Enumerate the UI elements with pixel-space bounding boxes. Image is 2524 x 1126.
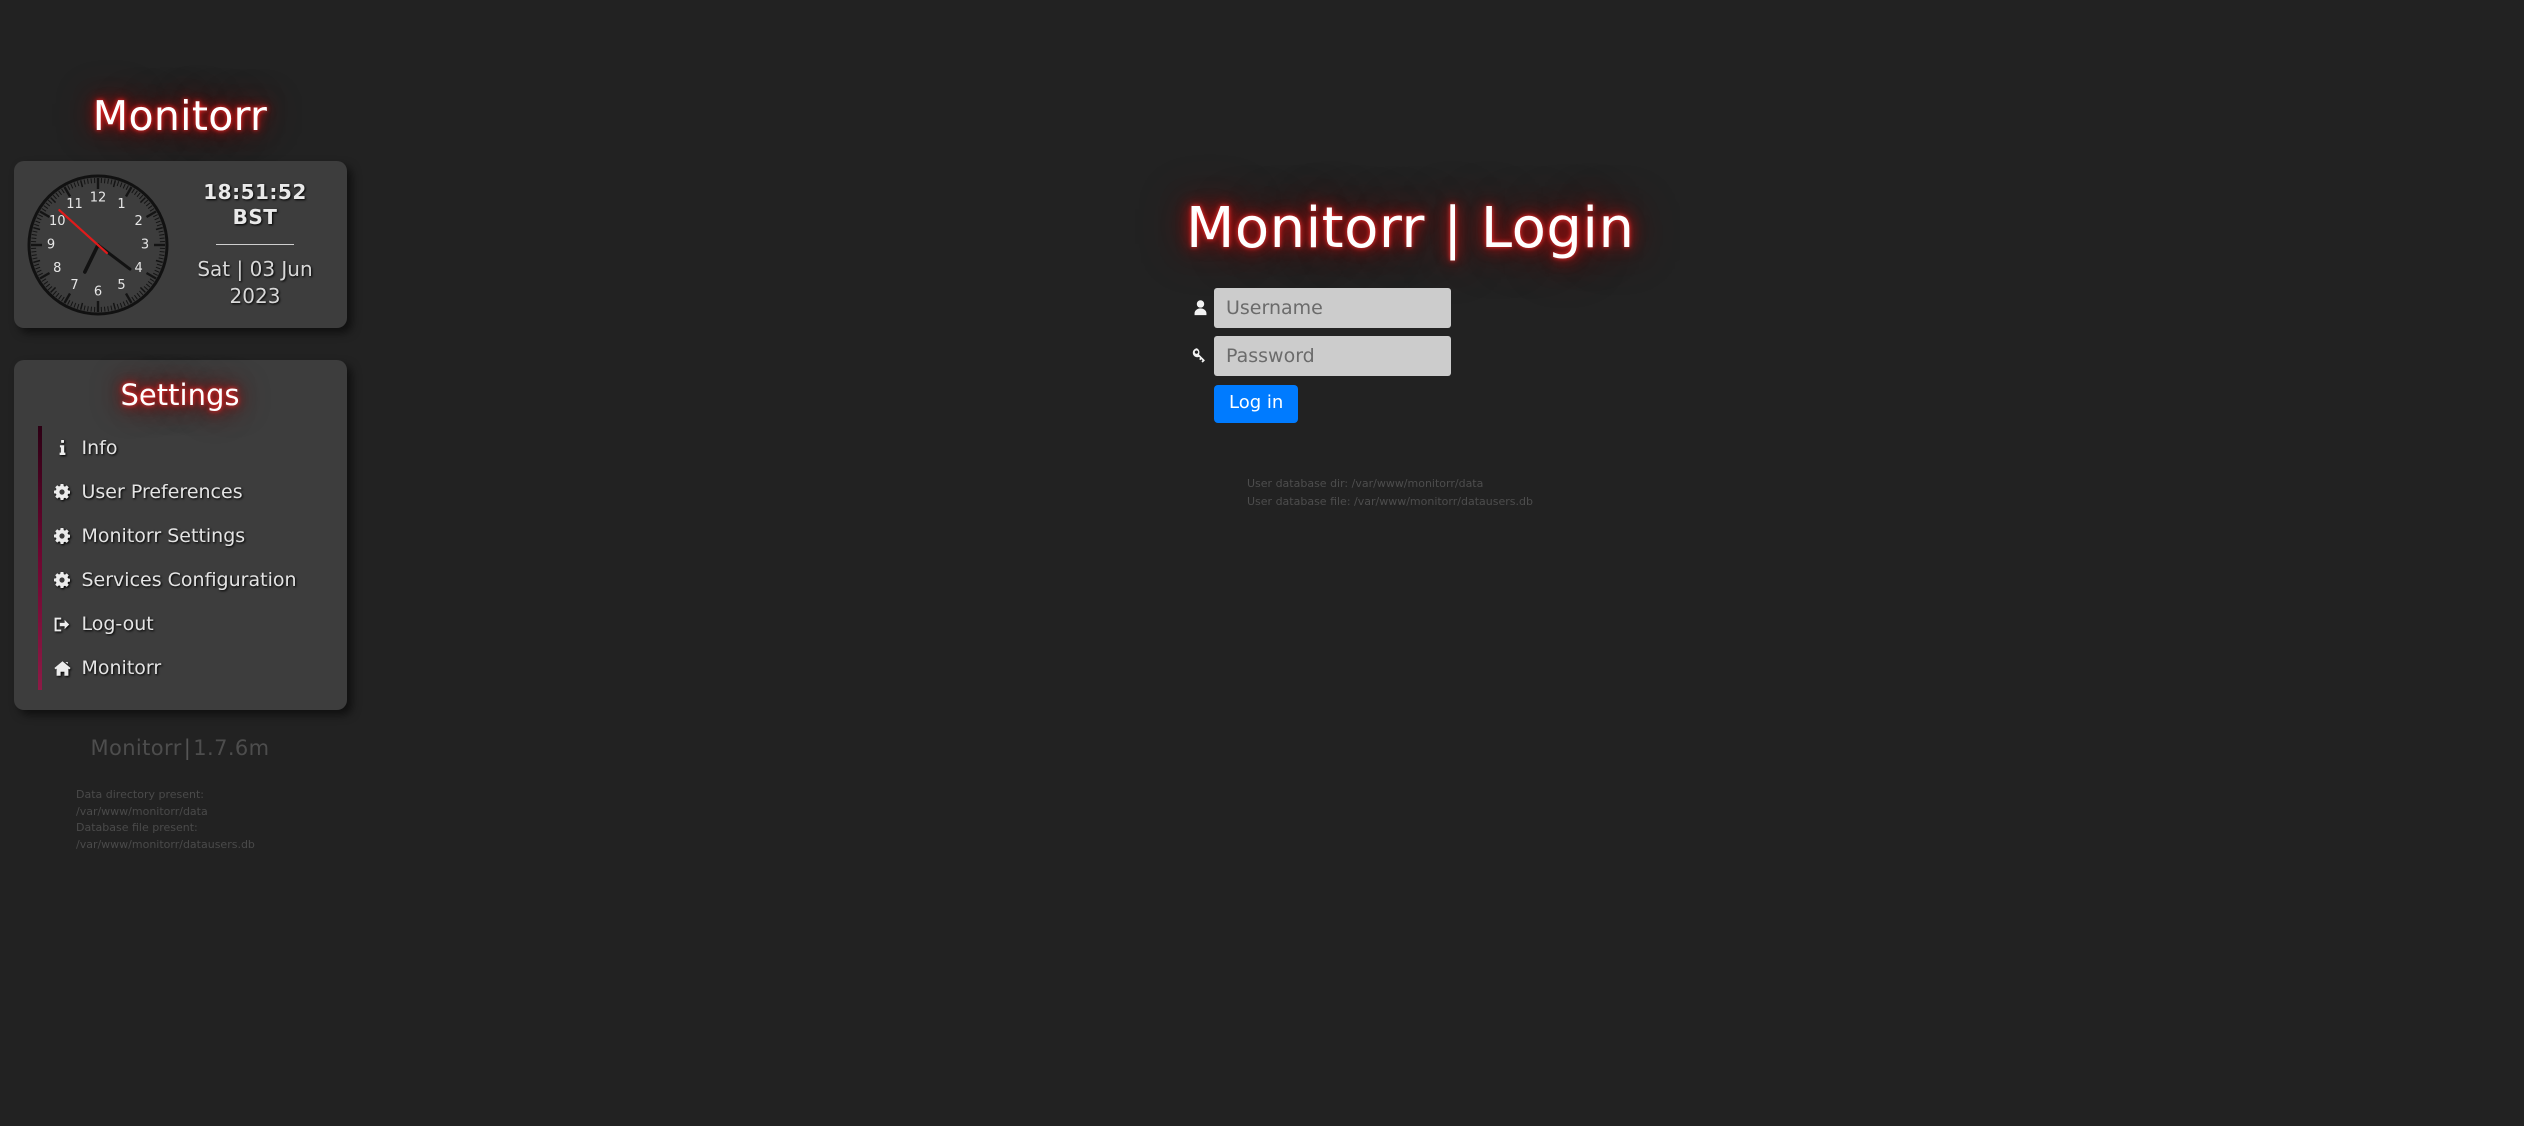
settings-panel: Settings Info User Preferences Monitorr Se…: [13, 360, 347, 710]
clock-timezone: BST: [232, 205, 278, 230]
svg-text:11: 11: [66, 196, 83, 211]
clock-date-line2: 2023: [229, 283, 281, 308]
status-line: Data directory present:: [76, 788, 204, 801]
footer-separator: |: [183, 736, 192, 760]
svg-text:8: 8: [53, 261, 61, 276]
status-line: /var/www/monitorr/data: [76, 804, 208, 818]
svg-text:12: 12: [89, 190, 106, 205]
version-line: Monitorr|1.7.6m: [0, 736, 360, 760]
database-info-text: User database dir: /var/www/monitorr/dat…: [1186, 475, 2086, 511]
db-info-line: User database dir: /var/www/monitorr/dat…: [1247, 476, 1484, 490]
svg-text:7: 7: [70, 278, 78, 293]
clock-widget: 1 2 3 4 5 6 7 8 9 10 11 12 18:51:52 BST Sat | 03 Ju…: [13, 161, 347, 328]
clock-digital-readout: 18:51:52 BST Sat | 03 Jun 2023: [174, 180, 339, 310]
footer-version: 1.7.6m: [193, 736, 270, 760]
key-icon: [1186, 347, 1214, 365]
clock-dial-svg: 1234567891011 12: [27, 174, 168, 315]
sidebar-item-monitorr-settings[interactable]: Monitorr Settings: [54, 514, 347, 558]
username-input[interactable]: [1214, 288, 1451, 328]
db-info-line: User database file: /var/www/monitorr/da…: [1247, 494, 1533, 508]
password-input[interactable]: [1214, 336, 1451, 376]
login-panel: Monitorr | Login Log in User database d: [1186, 196, 2086, 510]
sidebar-item-label: Info: [81, 437, 118, 459]
status-line: /var/www/monitorr/datausers.db: [76, 838, 255, 852]
svg-text:9: 9: [46, 237, 54, 252]
sidebar-item-log-out[interactable]: Log-out: [54, 602, 347, 646]
sidebar-item-label: User Preferences: [81, 481, 243, 503]
login-form: Log in: [1186, 288, 2086, 423]
svg-text:3: 3: [140, 237, 148, 252]
sidebar-item-label: Log-out: [81, 613, 154, 635]
sidebar-item-user-preferences[interactable]: User Preferences: [54, 470, 347, 514]
sidebar-item-monitorr[interactable]: Monitorr: [53, 646, 347, 690]
login-title: Monitorr | Login: [1186, 196, 1635, 261]
sidebar-item-services-configuration[interactable]: Services Configuration: [54, 558, 347, 602]
left-sidebar-column: Monitorr 1 2 3 4 5 6 7 8 9 10 11 12 18:51:52 BST Sa…: [0, 0, 360, 854]
status-line: Database file present:: [76, 821, 198, 835]
svg-text:10: 10: [49, 214, 66, 229]
svg-text:6: 6: [93, 284, 101, 299]
gear-icon: [54, 528, 71, 544]
user-icon: [1186, 299, 1214, 317]
gear-icon: [54, 572, 71, 588]
settings-title: Settings: [120, 378, 240, 412]
system-status-text: Data directory present: /var/www/monitorr…: [0, 787, 360, 854]
footer: Monitorr|1.7.6m Data directory present: /…: [0, 736, 360, 854]
sidebar-item-label: Monitorr Settings: [81, 525, 246, 547]
sidebar-item-label: Monitorr: [81, 657, 162, 679]
settings-menu: Info User Preferences Monitorr Settings Ser…: [14, 426, 347, 690]
logout-icon: [54, 617, 71, 632]
sidebar-item-label: Services Configuration: [81, 569, 297, 591]
analog-clock-face: 1 2 3 4 5 6 7 8 9 10 11 12: [22, 169, 174, 321]
login-submit-button[interactable]: Log in: [1214, 385, 1299, 423]
brand-title: Monitorr: [92, 92, 268, 140]
gear-icon: [54, 484, 71, 500]
login-button-row: Log in: [1186, 385, 2086, 423]
clock-divider: [216, 243, 294, 245]
svg-text:2: 2: [134, 214, 142, 229]
clock-date-line1: Sat | 03 Jun: [197, 256, 313, 281]
footer-app-name: Monitorr: [90, 736, 182, 760]
svg-text:4: 4: [134, 261, 142, 276]
sidebar-item-info[interactable]: Info: [54, 426, 347, 470]
info-icon: [54, 440, 71, 456]
home-icon: [53, 660, 71, 676]
svg-text:5: 5: [117, 278, 125, 293]
password-field-row: [1186, 336, 2086, 376]
svg-text:1: 1: [117, 196, 125, 211]
username-field-row: [1186, 288, 2086, 328]
clock-time: 18:51:52: [203, 179, 307, 204]
